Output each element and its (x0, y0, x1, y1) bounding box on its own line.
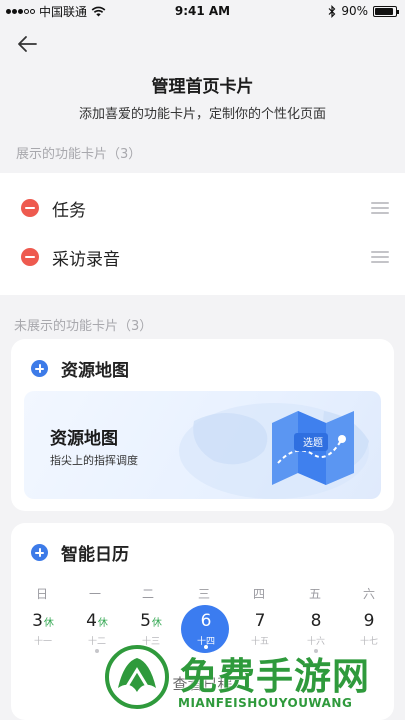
calendar-day[interactable]: 3休 十一 (23, 607, 63, 663)
shown-card-name: 任务 (52, 200, 86, 221)
day-number: 4 (86, 611, 97, 631)
remove-icon[interactable] (21, 248, 39, 266)
weekday-row: 日 一 二 三 四 五 六 (11, 585, 394, 601)
drag-handle-icon[interactable] (371, 202, 389, 214)
banner-subtitle: 指尖上的指挥调度 (50, 454, 138, 467)
shown-card-row: 任务 (0, 183, 405, 233)
weekday-label: 五 (308, 587, 321, 601)
status-right: 90% (328, 4, 399, 18)
holiday-tag: 休 (151, 618, 162, 629)
shown-card-name: 采访录音 (52, 249, 120, 270)
holiday-tag: 休 (97, 618, 108, 629)
add-icon[interactable] (31, 360, 48, 377)
page-subtitle: 添加喜爱的功能卡片，定制你的个性化页面 (78, 107, 326, 122)
holiday-tag: 休 (43, 618, 54, 629)
resource-map-card: 资源地图 资源地图 指尖上的指挥调度 选题 (11, 339, 394, 511)
battery-icon (373, 5, 399, 17)
map-tag: 选题 (303, 438, 323, 449)
hidden-section-label: 未展示的功能卡片（3） (14, 319, 153, 334)
battery-percent: 90% (341, 4, 368, 18)
day-number: 6 (200, 611, 212, 631)
watermark-text: 免费手游网 (180, 654, 370, 698)
weekday-label: 一 (88, 587, 101, 601)
day-number: 9 (363, 611, 375, 631)
drag-handle-icon[interactable] (371, 251, 389, 263)
remove-icon[interactable] (21, 199, 39, 217)
day-number: 3 (32, 611, 43, 631)
shown-section-label: 展示的功能卡片（3） (16, 147, 142, 162)
event-dot (95, 649, 99, 653)
status-bar: 中国联通 9:41 AM 90% (0, 0, 405, 22)
weekday-label: 二 (141, 587, 154, 601)
day-number: 5 (140, 611, 151, 631)
resource-map-banner: 资源地图 指尖上的指挥调度 选题 (24, 391, 381, 499)
card-title: 智能日历 (61, 545, 129, 565)
lunar-date: 十一 (33, 637, 52, 647)
weekday-label: 六 (362, 587, 375, 601)
shown-cards-list: 任务 采访录音 (0, 173, 405, 295)
card-header: 智能日历 (11, 523, 394, 581)
add-icon[interactable] (31, 544, 48, 561)
card-title: 资源地图 (61, 361, 129, 381)
day-number: 8 (310, 611, 322, 631)
banner-title: 资源地图 (50, 429, 118, 449)
watermark-logo-icon (105, 645, 169, 709)
shown-card-row: 采访录音 (0, 232, 405, 282)
weekday-label: 三 (197, 587, 210, 601)
weekday-label: 日 (35, 587, 48, 601)
back-arrow-icon[interactable] (16, 33, 38, 55)
day-number: 7 (254, 611, 266, 631)
bluetooth-icon (328, 4, 336, 18)
weekday-label: 四 (252, 587, 265, 601)
watermark-subtext: MIANFEISHOUYOUWANG (178, 696, 353, 710)
card-header: 资源地图 (11, 339, 394, 397)
page-title: 管理首页卡片 (151, 77, 254, 97)
